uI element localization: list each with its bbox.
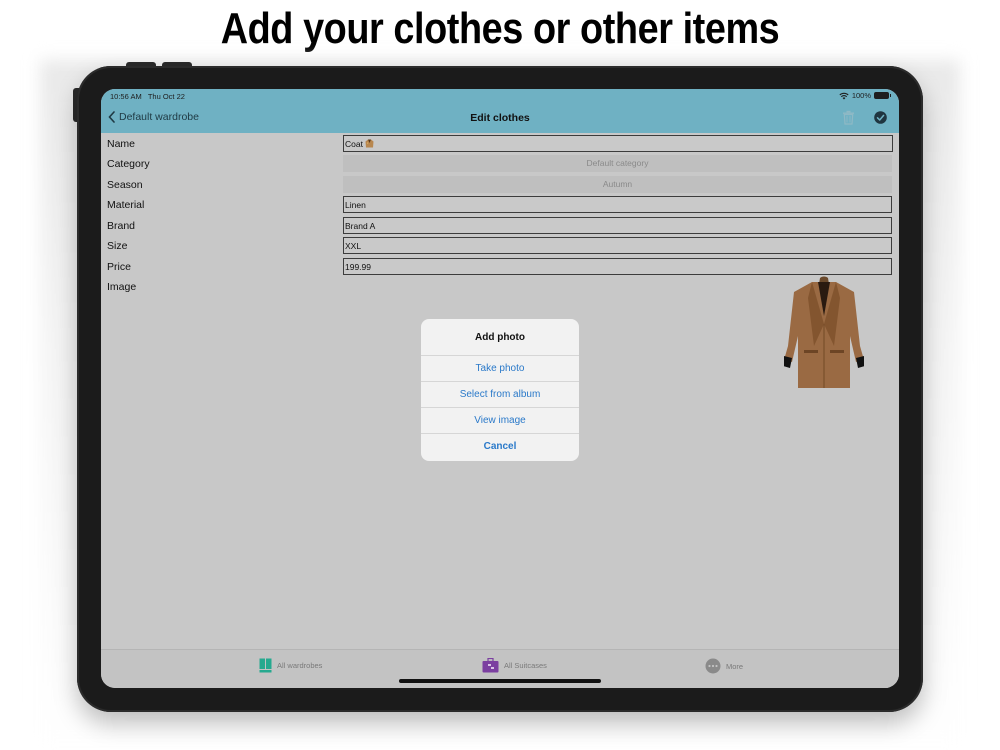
wifi-icon xyxy=(839,92,849,99)
sheet-title: Add photo xyxy=(421,319,579,356)
price-field[interactable]: 199.99 xyxy=(343,258,892,275)
coat-emoji-icon xyxy=(365,139,374,148)
form-row-size: Size XXL xyxy=(101,236,899,256)
view-image-button[interactable]: View image xyxy=(421,408,579,434)
tab-all-wardrobes[interactable]: All wardrobes xyxy=(259,658,322,673)
suitcase-icon xyxy=(482,658,499,673)
name-label: Name xyxy=(107,138,136,150)
tab-label: All Suitcases xyxy=(504,661,547,670)
battery-percent: 100% xyxy=(851,91,871,100)
status-date: Thu Oct 22 xyxy=(147,92,185,101)
nav-bar: Default wardrobe Edit clothes xyxy=(101,103,899,133)
material-label: Material xyxy=(107,199,145,211)
trash-icon[interactable] xyxy=(842,110,855,125)
tab-label: All wardrobes xyxy=(277,661,323,670)
add-photo-sheet: Add photo Take photo Select from album V… xyxy=(421,319,579,461)
season-picker[interactable]: Autumn xyxy=(343,176,892,193)
form-row-price: Price 199.99 xyxy=(101,257,899,277)
cancel-button[interactable]: Cancel xyxy=(421,434,579,460)
page-title: Edit clothes xyxy=(470,112,530,124)
headline: Add your clothes or other items xyxy=(220,4,780,53)
brand-field[interactable]: Brand A xyxy=(343,217,892,234)
name-field[interactable]: Coat xyxy=(343,135,893,152)
category-picker[interactable]: Default category xyxy=(343,155,892,172)
back-label: Default wardrobe xyxy=(119,111,199,123)
status-bar: 10:56 AM Thu Oct 22 100% xyxy=(101,89,899,103)
wardrobe-icon xyxy=(259,658,272,673)
chevron-left-icon xyxy=(108,111,115,123)
form-row-name: Name Coat xyxy=(101,134,899,154)
brand-label: Brand xyxy=(107,220,136,232)
select-from-album-button[interactable]: Select from album xyxy=(421,382,579,408)
coat-image[interactable] xyxy=(784,276,864,396)
season-label: Season xyxy=(107,179,143,191)
category-label: Category xyxy=(107,158,150,170)
status-time: 10:56 AM xyxy=(110,92,142,101)
back-button[interactable]: Default wardrobe xyxy=(108,111,199,123)
size-field[interactable]: XXL xyxy=(343,237,892,254)
price-label: Price xyxy=(107,261,131,273)
home-indicator[interactable] xyxy=(399,679,601,683)
form-row-image: Image xyxy=(101,277,899,297)
form-row-category: Category Default category xyxy=(101,154,899,174)
app-screen: 10:56 AM Thu Oct 22 100% Default wardrob… xyxy=(101,89,899,688)
battery-icon xyxy=(874,92,891,99)
form-row-brand: Brand Brand A xyxy=(101,216,899,236)
form-row-material: Material Linen xyxy=(101,195,899,215)
tab-all-suitcases[interactable]: All Suitcases xyxy=(482,658,547,673)
size-label: Size xyxy=(107,240,128,252)
name-value: Coat xyxy=(345,139,363,149)
tab-label: More xyxy=(726,661,744,671)
tab-more[interactable]: More xyxy=(705,658,743,674)
take-photo-button[interactable]: Take photo xyxy=(421,356,579,382)
material-field[interactable]: Linen xyxy=(343,196,892,213)
form-row-season: Season Autumn xyxy=(101,175,899,195)
save-check-icon[interactable] xyxy=(874,111,887,124)
image-label: Image xyxy=(107,281,137,293)
more-icon xyxy=(705,658,721,674)
